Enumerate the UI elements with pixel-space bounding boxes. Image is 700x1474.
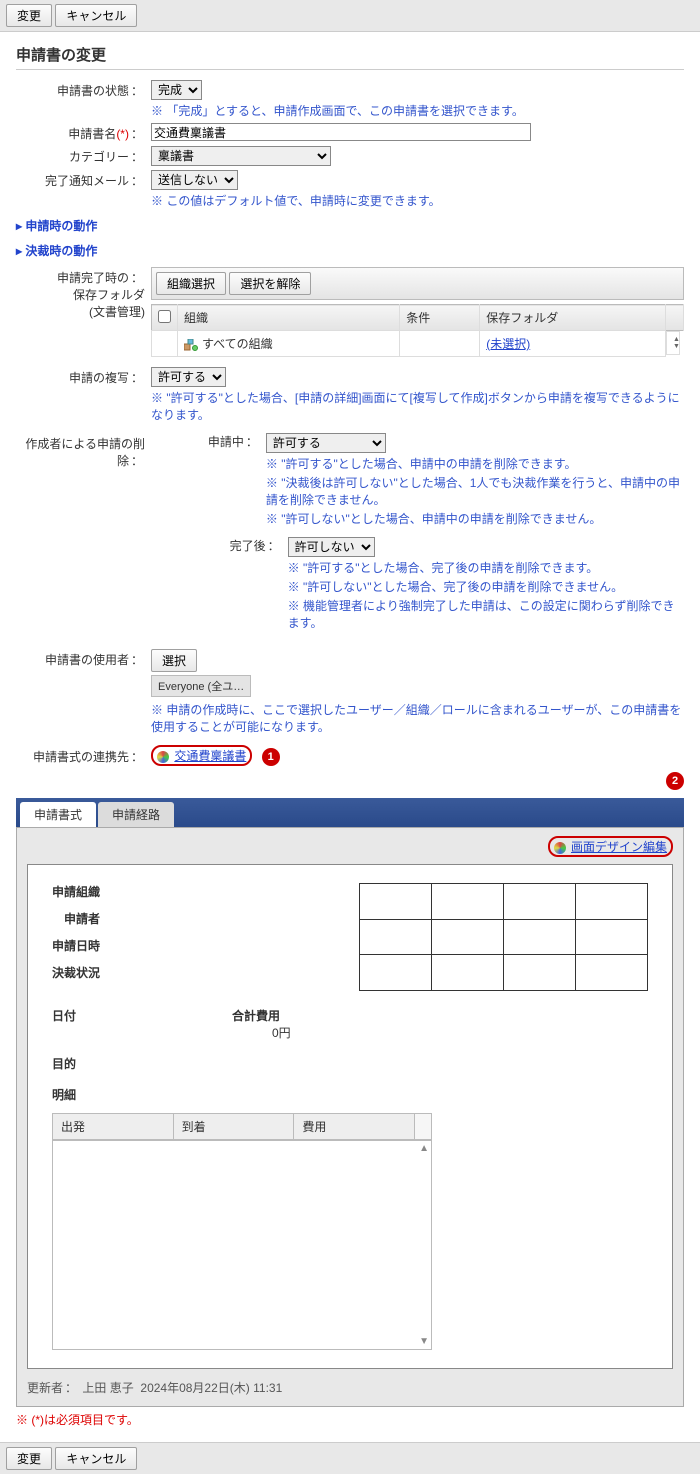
delete-mid-n2: ※ "決裁後は許可しない"とした場合、1人でも決裁作業を行うと、申請中の申請を削… (266, 474, 684, 508)
copy-note: ※ "許可する"とした場合、[申請の詳細]画面にて[複写して作成]ボタンから申請… (151, 389, 684, 423)
change-button[interactable]: 変更 (6, 4, 52, 27)
separator (16, 69, 684, 70)
change-button-bottom[interactable]: 変更 (6, 1447, 52, 1470)
users-select-button[interactable]: 選択 (151, 649, 197, 672)
delete-mid-select[interactable]: 許可する (266, 433, 386, 453)
tab-form[interactable]: 申請書式 (20, 802, 96, 827)
org-icon (184, 339, 198, 351)
notify-label: 完了通知メール： (16, 170, 151, 189)
name-input[interactable] (151, 123, 531, 141)
users-note: ※ 申請の作成時に、ここで選択したユーザー／組織／ロールに含まれるユーザーが、こ… (151, 701, 684, 735)
th-arr: 到着 (173, 1114, 294, 1140)
pv-org: 申請組織 (52, 883, 132, 900)
design-edit-link[interactable]: 画面デザイン編集 (571, 840, 667, 854)
updater-info: 更新者： 上田 恵子 2024年08月22日(木) 11:31 (27, 1379, 673, 1396)
pv-total: 合計費用 (232, 1009, 280, 1023)
detail-table: 出発到着費用 (52, 1113, 432, 1140)
form-link[interactable]: 交通費稟議書 (174, 749, 246, 763)
marker-1: 1 (262, 748, 280, 766)
pv-date: 日付 (52, 1007, 132, 1041)
stamp-grid (359, 883, 648, 991)
pv-total-val: 0円 (272, 1024, 291, 1041)
detail-body: ▲ ▼ (52, 1140, 432, 1350)
pv-person: 申請者 (52, 910, 132, 927)
folder-table: 組織 条件 保存フォルダ すべての組織 (未選択) ▲▼ (151, 304, 684, 357)
delete-mid-n1: ※ "許可する"とした場合、申請中の申請を削除できます。 (266, 455, 684, 472)
users-label: 申請書の使用者： (16, 649, 151, 668)
delete-done-label: 完了後： (151, 537, 288, 554)
copy-select[interactable]: 許可する (151, 367, 226, 387)
page-title: 申請書の変更 (16, 44, 684, 65)
scroll-down-icon[interactable]: ▼ (419, 1336, 429, 1347)
delete-mid-label: 申請中： (151, 433, 266, 450)
tab-route[interactable]: 申請経路 (98, 802, 174, 827)
notify-select[interactable]: 送信しない (151, 170, 238, 190)
palette-icon (157, 751, 169, 763)
name-label: 申請書名(*)： (16, 123, 151, 142)
collapse-decision-action[interactable]: 決裁時の動作 (16, 242, 684, 259)
folder-th-cond: 条件 (400, 305, 480, 331)
user-chip[interactable]: Everyone (全ユ… (151, 675, 251, 697)
table-row: すべての組織 (未選択) ▲▼ (152, 331, 684, 357)
select-org-button[interactable]: 組織選択 (156, 272, 226, 295)
status-label: 申請書の状態： (16, 80, 151, 99)
top-toolbar: 変更 キャンセル (0, 0, 700, 32)
tab-bar: 申請書式 申請経路 (16, 798, 684, 827)
scroll-up-icon[interactable]: ▲ (419, 1143, 429, 1154)
delete-done-n2: ※ "許可しない"とした場合、完了後の申請を削除できません。 (288, 578, 684, 595)
palette-icon-2 (554, 842, 566, 854)
delete-done-n3: ※ 機能管理者により強制完了した申請は、この設定に関わらず削除できます。 (288, 597, 684, 631)
folder-check-all[interactable] (158, 310, 171, 323)
bottom-toolbar: 変更 キャンセル (0, 1442, 700, 1474)
copy-label: 申請の複写： (16, 367, 151, 386)
status-note: ※ 「完成」とすると、申請作成画面で、この申請書を選択できます。 (151, 102, 684, 119)
collapse-apply-action[interactable]: 申請時の動作 (16, 217, 684, 234)
form-preview: 申請組織 申請者 申請日時 決裁状況 日付 合計費用 0円 (27, 864, 673, 1369)
folder-th-folder: 保存フォルダ (480, 305, 666, 331)
notify-note: ※ この値はデフォルト値で、申請時に変更できます。 (151, 192, 684, 209)
pv-purpose: 目的 (52, 1055, 132, 1072)
th-dep: 出発 (53, 1114, 174, 1140)
cancel-button[interactable]: キャンセル (55, 4, 137, 27)
status-select[interactable]: 完成 (151, 80, 202, 100)
category-select[interactable]: 稟議書 (151, 146, 331, 166)
deselect-button[interactable]: 選択を解除 (229, 272, 311, 295)
folder-th-org: 組織 (178, 305, 400, 331)
category-label: カテゴリー： (16, 146, 151, 165)
delete-done-select[interactable]: 許可しない (288, 537, 375, 557)
required-note: ※ (*)は必須項目です。 (16, 1411, 684, 1428)
folder-unset-link[interactable]: (未選択) (486, 337, 530, 351)
cancel-button-bottom[interactable]: キャンセル (55, 1447, 137, 1470)
delete-done-n1: ※ "許可する"とした場合、完了後の申請を削除できます。 (288, 559, 684, 576)
pv-datetime: 申請日時 (52, 937, 132, 954)
pv-detail: 明細 (52, 1086, 132, 1103)
pv-status: 決裁状況 (52, 964, 132, 981)
folder-label: 申請完了時の： 保存フォルダ (文書管理) (16, 267, 151, 320)
th-cost: 費用 (294, 1114, 415, 1140)
marker-2: 2 (666, 772, 684, 790)
link-label: 申請書式の連携先： (16, 746, 151, 765)
delete-label: 作成者による申請の削除： (16, 433, 151, 469)
delete-mid-n3: ※ "許可しない"とした場合、申請中の申請を削除できません。 (266, 510, 684, 527)
